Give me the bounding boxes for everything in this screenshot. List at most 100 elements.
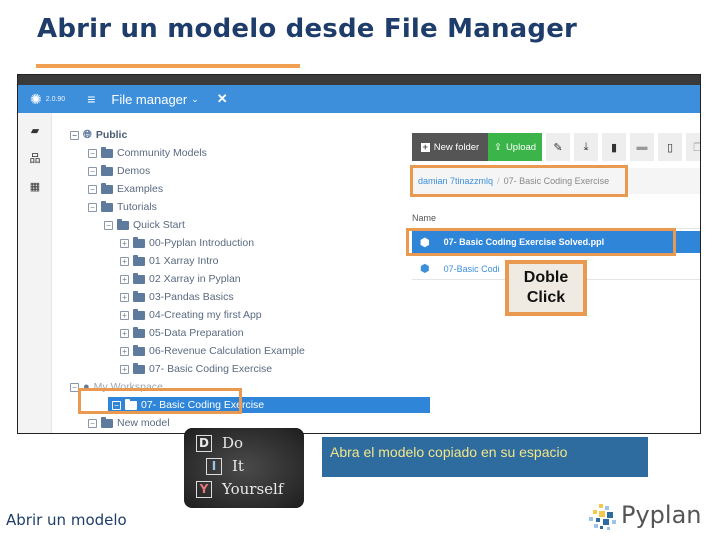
download-icon: ⤓ — [583, 140, 589, 153]
slide-title: Abrir un modelo desde File Manager — [37, 14, 578, 44]
copy-button[interactable]: ❐ — [686, 133, 700, 161]
tree-item-label: New model — [117, 417, 170, 429]
tree-item-label: Public — [95, 129, 128, 141]
tree-item-label: 07- Basic Coding Exercise — [149, 363, 273, 375]
brand-name: Pyplan — [621, 501, 702, 529]
collapse-icon[interactable]: − — [88, 148, 97, 158]
delete-button[interactable]: ▮ — [602, 133, 626, 161]
tree-item[interactable]: − Quick Start — [104, 217, 185, 233]
file-button[interactable]: ▯ — [658, 133, 682, 161]
tree-item-label: 06-Revenue Calculation Example — [149, 345, 305, 357]
callout-line-1: Doble — [523, 269, 569, 286]
collapse-icon[interactable]: − — [104, 220, 113, 230]
archive-button[interactable]: ▬ — [630, 133, 654, 161]
tree-item-label: 04-Creating my first App — [149, 309, 262, 321]
pyplan-logo-mark-icon — [585, 500, 619, 530]
tree-item-public[interactable]: − 🌐︎ Public — [70, 127, 127, 143]
collapse-icon[interactable]: − — [88, 166, 97, 176]
title-underline — [36, 64, 300, 68]
expand-icon[interactable]: + — [120, 364, 129, 374]
diy-line: I It — [206, 457, 244, 475]
close-icon[interactable]: ✕ — [217, 91, 228, 107]
collapse-icon[interactable]: − — [88, 184, 97, 194]
folder-tree: − 🌐︎ Public − Community Models − Demos −… — [52, 113, 430, 433]
cube-icon: ⬢ — [420, 263, 430, 275]
expand-icon[interactable]: + — [120, 292, 129, 302]
diy-letter-box: D — [196, 434, 212, 452]
expand-icon[interactable]: + — [120, 328, 129, 338]
collapse-icon[interactable]: − — [88, 418, 97, 428]
grid-icon[interactable]: ▦ — [18, 177, 52, 197]
expand-icon[interactable]: + — [120, 310, 129, 320]
tree-item[interactable]: + 01 Xarray Intro — [120, 253, 218, 269]
tree-item-label: Community Models — [117, 147, 207, 159]
folder-icon — [101, 146, 113, 158]
tree-item-label: 01 Xarray Intro — [149, 255, 219, 267]
tree-item[interactable]: − Community Models — [88, 145, 207, 161]
new-folder-button[interactable]: + New folder — [412, 133, 488, 161]
folder-icon — [101, 416, 113, 428]
expand-icon[interactable]: + — [120, 238, 129, 248]
tree-item[interactable]: − Tutorials — [88, 199, 157, 215]
folder-icon — [101, 200, 113, 212]
diy-chalkboard-image: D Do I It Y Yourself — [184, 428, 304, 508]
tree-item-label: Examples — [117, 183, 164, 195]
collapse-icon[interactable]: − — [70, 130, 79, 140]
column-header-name[interactable]: Name — [412, 213, 700, 223]
sidebar: ▰ 品 ▦ — [18, 113, 52, 433]
tree-item-label: Tutorials — [117, 201, 157, 213]
tree-item[interactable]: + 03-Pandas Basics — [120, 289, 234, 305]
collapse-icon[interactable]: − — [88, 202, 97, 212]
diy-word: Do — [222, 434, 244, 452]
sitemap-icon[interactable]: 品 — [18, 149, 52, 169]
expand-icon[interactable]: + — [120, 274, 129, 284]
tree-item[interactable]: + 07- Basic Coding Exercise — [120, 361, 272, 377]
tree-item[interactable]: − Examples — [88, 181, 163, 197]
edit-button[interactable]: ✎ — [546, 133, 570, 161]
tree-item[interactable]: + 00-Pyplan Introduction — [120, 235, 254, 251]
hamburger-icon[interactable]: ≡ — [87, 91, 95, 107]
tree-item-label: 05-Data Preparation — [149, 327, 244, 339]
app-title[interactable]: File manager — [111, 92, 187, 107]
tree-item-label: 02 Xarray in Pyplan — [149, 273, 241, 285]
folder-open-icon[interactable]: ▰ — [18, 121, 52, 141]
file-manager-screenshot: ✺ 2.0.90 ≡ File manager ⌄ ✕ ▰ 品 ▦ − 🌐︎ P… — [17, 74, 701, 434]
expand-icon[interactable]: + — [120, 256, 129, 266]
tree-item-label: Quick Start — [133, 219, 185, 231]
tree-item[interactable]: − New model — [88, 415, 170, 431]
diy-word: It — [232, 457, 244, 475]
app-version: 2.0.90 — [45, 95, 66, 103]
upload-button[interactable]: ⇪ Upload — [488, 133, 542, 161]
tree-item-label: Demos — [117, 165, 151, 177]
folder-icon — [133, 236, 145, 248]
download-button[interactable]: ⤓ — [574, 133, 598, 161]
caption-text: Abra el modelo copiado en su espacio — [330, 444, 568, 460]
tree-item[interactable]: + 02 Xarray in Pyplan — [120, 271, 241, 287]
chevron-down-icon[interactable]: ⌄ — [191, 94, 199, 105]
expand-icon[interactable]: + — [120, 346, 129, 356]
folder-icon — [133, 308, 145, 320]
trash-icon: ▮ — [610, 141, 618, 154]
new-folder-label: New folder — [433, 141, 480, 153]
upload-icon: ⇪ — [493, 141, 502, 153]
tree-item[interactable]: + 06-Revenue Calculation Example — [120, 343, 305, 359]
highlight-selected-folder — [78, 388, 242, 414]
diy-word: Yourself — [222, 480, 284, 498]
folder-icon — [101, 164, 113, 176]
folder-icon — [133, 344, 145, 356]
tree-item[interactable]: − Demos — [88, 163, 150, 179]
footer-label: Abrir un modelo — [6, 511, 127, 529]
pyplan-gear-icon[interactable]: ✺ — [30, 91, 42, 108]
file-icon: ▯ — [666, 141, 674, 154]
copy-icon: ❐ — [693, 141, 700, 154]
archive-icon: ▬ — [636, 141, 648, 153]
tree-item[interactable]: + 04-Creating my first App — [120, 307, 262, 323]
file-name: 07-Basic Codi — [443, 263, 500, 274]
folder-icon — [133, 290, 145, 302]
instruction-caption: Abra el modelo copiado en su espacio — [322, 437, 648, 477]
pyplan-logo: Pyplan — [585, 500, 702, 530]
plus-icon: + — [420, 141, 430, 152]
tree-item[interactable]: + 05-Data Preparation — [120, 325, 244, 341]
tree-item-label: 00-Pyplan Introduction — [149, 237, 255, 249]
file-toolbar: + New folder ⇪ Upload ✎ ⤓ ▮ ▬ ▯ ❐ — [412, 133, 700, 161]
